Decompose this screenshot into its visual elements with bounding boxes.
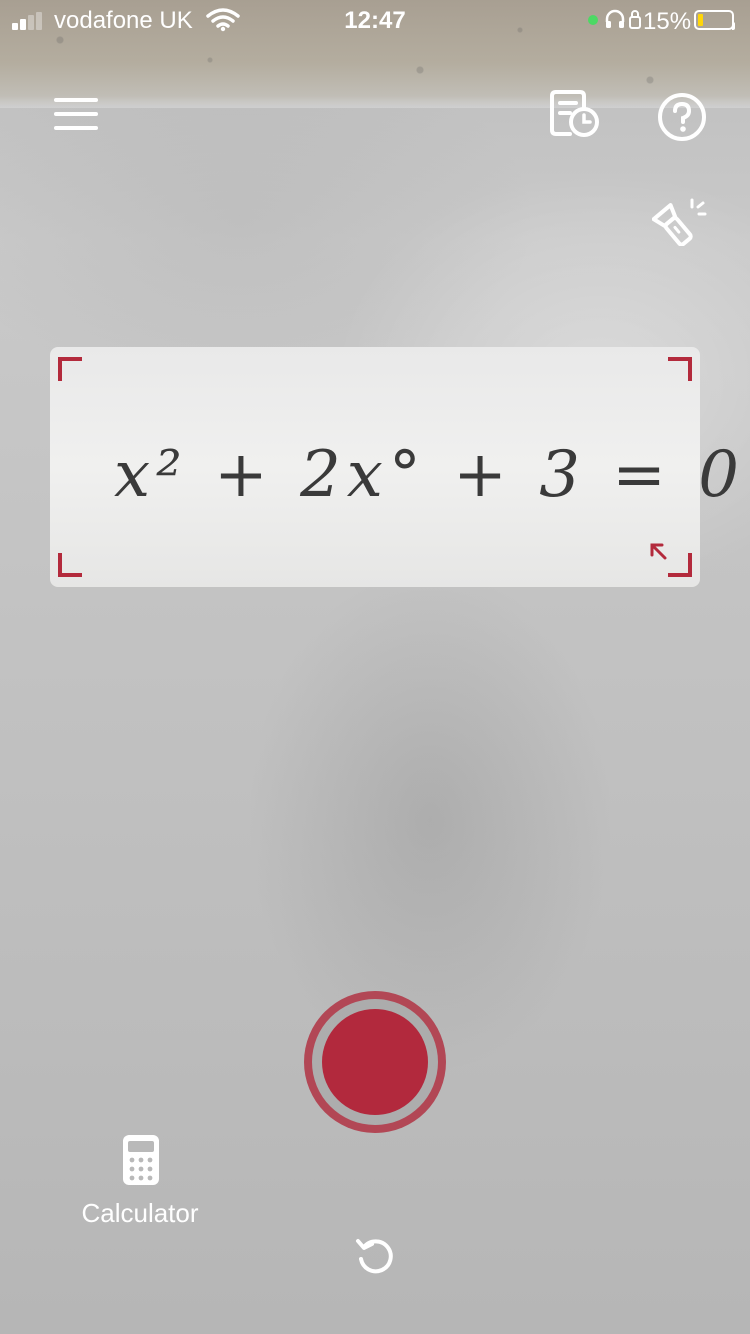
calculator-icon[interactable] (122, 1134, 160, 1186)
captured-equation: x² + 2x° + 3 = 0 (114, 438, 745, 512)
status-bar: vodafone UK 12:47 15% (0, 0, 750, 40)
calculator-label[interactable]: Calculator (60, 1198, 220, 1229)
headphones-icon (605, 9, 625, 28)
paper-edge (0, 96, 750, 108)
battery-icon (694, 10, 735, 30)
help-icon[interactable] (656, 91, 708, 143)
rotate-icon[interactable] (354, 1235, 396, 1277)
battery-level (698, 14, 703, 26)
frame-corner-bottom-left (58, 553, 82, 577)
frame-corner-top-right (668, 357, 692, 381)
rotation-lock-icon (629, 10, 641, 29)
history-icon[interactable] (548, 88, 602, 140)
frame-corner-top-left (58, 357, 82, 381)
location-dot-icon (588, 15, 598, 25)
shutter-button-inner (322, 1009, 428, 1115)
flashlight-icon[interactable] (652, 194, 708, 246)
scan-frame[interactable]: x² + 2x° + 3 = 0 (50, 347, 739, 587)
frame-corner-bottom-right[interactable] (668, 553, 692, 577)
shutter-button[interactable] (304, 991, 446, 1133)
camera-preview (0, 0, 750, 1334)
menu-icon[interactable] (54, 96, 98, 132)
resize-handle-icon[interactable] (648, 541, 670, 563)
battery-percent: 15% (643, 8, 692, 35)
